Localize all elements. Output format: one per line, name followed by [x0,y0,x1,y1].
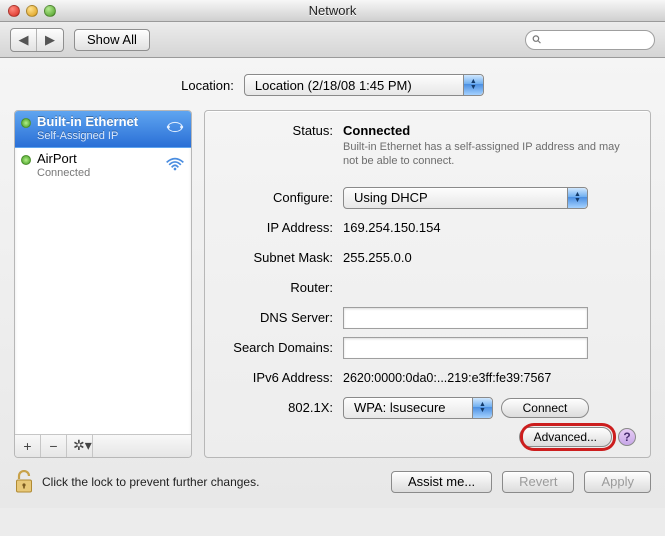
ipv6-address-value: 2620:0000:0da0:...219:e3ff:fe39:7567 [343,371,636,385]
close-window-button[interactable] [8,5,20,17]
status-description: Built-in Ethernet has a self-assigned IP… [343,140,623,169]
search-domains-label: Search Domains: [219,340,343,355]
ipv6-address-label: IPv6 Address: [219,370,343,385]
assist-me-button[interactable]: Assist me... [391,471,492,493]
revert-button[interactable]: Revert [502,471,574,493]
configure-label: Configure: [219,190,343,205]
status-value: Connected [343,123,636,138]
toolbar-search[interactable] [525,30,655,50]
service-details: Status: Connected Built-in Ethernet has … [204,110,651,458]
window-controls [8,5,56,17]
subnet-mask-value: 255.255.0.0 [343,250,636,265]
back-button[interactable]: ◀ [11,29,37,51]
prefpane-body: Location: Location (2/18/08 1:45 PM) ▲▼ … [0,58,665,508]
bottom-bar: Click the lock to prevent further change… [14,470,651,494]
8021x-select[interactable]: WPA: lsusecure ▲▼ [343,397,493,419]
lock-icon[interactable] [14,470,34,494]
add-service-button[interactable]: + [15,435,41,457]
nav-back-forward: ◀ ▶ [10,28,64,52]
8021x-label: 802.1X: [219,400,343,415]
apply-button[interactable]: Apply [584,471,651,493]
help-button[interactable]: ? [618,428,636,446]
configure-select[interactable]: Using DHCP ▲▼ [343,187,588,209]
dns-server-label: DNS Server: [219,310,343,325]
toolbar: ◀ ▶ Show All [0,22,665,58]
dns-server-input[interactable] [343,307,588,329]
sidebar-footer: + − ✲▾ [15,434,191,457]
window-title: Network [0,3,665,18]
sidebar-item-ethernet[interactable]: Built-in Ethernet Self-Assigned IP [15,111,191,148]
search-icon [532,34,542,45]
status-dot-icon [21,118,31,128]
show-all-button[interactable]: Show All [74,29,150,51]
status-label: Status: [219,123,343,138]
router-label: Router: [219,280,343,295]
search-domains-input[interactable] [343,337,588,359]
forward-button[interactable]: ▶ [37,29,63,51]
services-sidebar: Built-in Ethernet Self-Assigned IP AirPo… [14,110,192,458]
location-select[interactable]: Location (2/18/08 1:45 PM) ▲▼ [244,74,484,96]
sidebar-item-status: Self-Assigned IP [37,130,157,143]
subnet-mask-label: Subnet Mask: [219,250,343,265]
ethernet-icon [163,120,185,137]
location-select-value: Location (2/18/08 1:45 PM) [255,78,412,93]
status-dot-icon [21,155,31,165]
sidebar-item-label: AirPort [37,152,157,167]
connect-button[interactable]: Connect [501,398,589,418]
minimize-window-button[interactable] [26,5,38,17]
search-input[interactable] [546,32,648,48]
ip-address-value: 169.254.150.154 [343,220,636,235]
sidebar-item-airport[interactable]: AirPort Connected [15,148,191,185]
advanced-button[interactable]: Advanced... [519,427,612,447]
sidebar-item-status: Connected [37,167,157,180]
titlebar: Network [0,0,665,22]
lock-text: Click the lock to prevent further change… [42,475,259,489]
configure-select-value: Using DHCP [354,190,428,205]
remove-service-button[interactable]: − [41,435,67,457]
sidebar-item-label: Built-in Ethernet [37,115,157,130]
ip-address-label: IP Address: [219,220,343,235]
location-row: Location: Location (2/18/08 1:45 PM) ▲▼ [14,74,651,96]
wifi-icon [163,157,185,174]
zoom-window-button[interactable] [44,5,56,17]
service-actions-button[interactable]: ✲▾ [67,435,93,457]
8021x-select-value: WPA: lsusecure [354,400,446,415]
location-label: Location: [181,78,234,93]
